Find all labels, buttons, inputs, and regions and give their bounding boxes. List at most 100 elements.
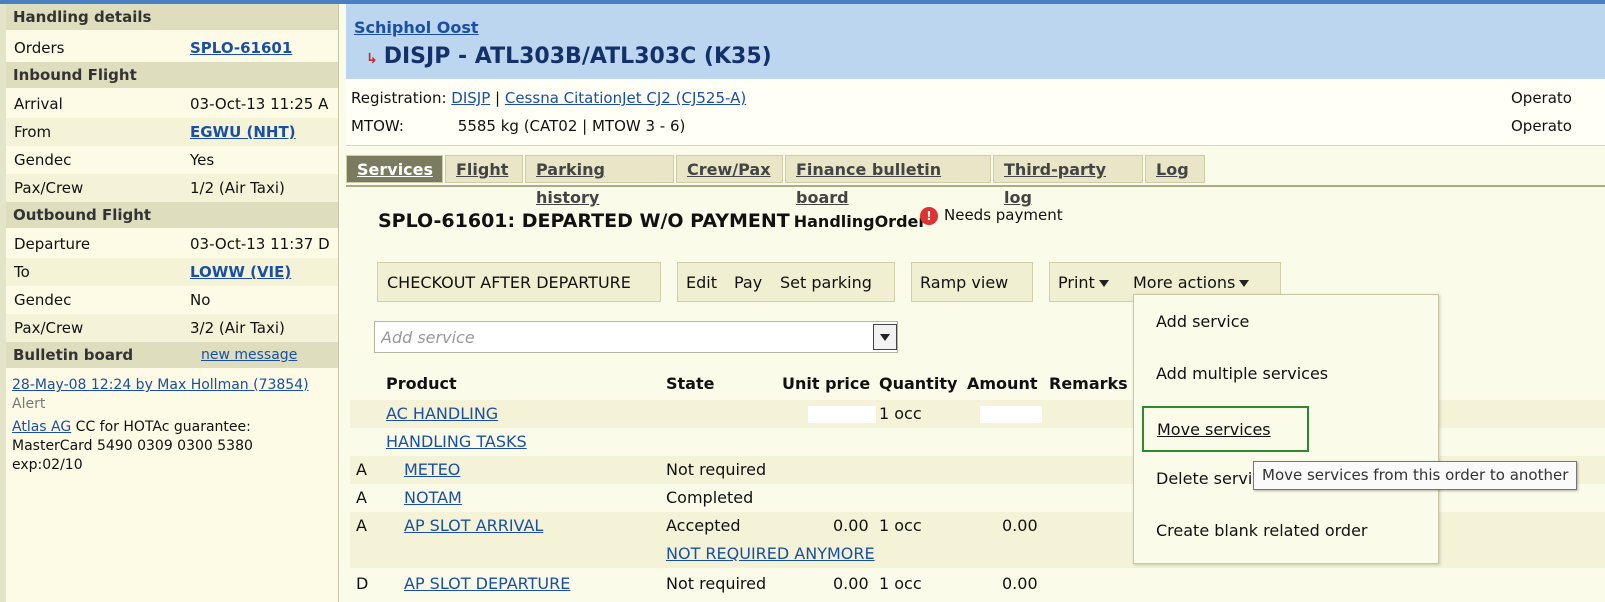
tab-bar: Services Flight Parking history Crew/Pax… — [346, 155, 1605, 207]
column-header-state: State — [666, 374, 715, 393]
product-link[interactable]: AP SLOT DEPARTURE — [404, 570, 570, 598]
state-value: Completed — [666, 488, 754, 507]
unit-price-value: 0.00 — [833, 574, 869, 593]
paxcrew-label: Pax/Crew — [14, 319, 84, 337]
state-link[interactable]: NOT REQUIRED ANYMORE — [666, 540, 875, 568]
more-actions-button[interactable]: More actions — [1133, 273, 1250, 292]
ramp-view-button[interactable]: Ramp view — [920, 273, 1008, 292]
tab-third-party-log[interactable]: Third-party log — [993, 155, 1143, 207]
new-message-link[interactable]: new message — [201, 342, 297, 368]
inbound-paxcrew-row: Pax/Crew 1/2 (Air Taxi) — [6, 174, 338, 202]
from-airport-link[interactable]: EGWU (NHT) — [190, 118, 296, 146]
to-airport-link[interactable]: LOWW (VIE) — [190, 258, 291, 286]
page-header: Schiphol Oost ↳ DISJP - ATL303B/ATL303C (… — [346, 4, 1605, 79]
from-row: From EGWU (NHT) — [6, 118, 338, 146]
aircraft-info: Registration: DISJP | Cessna CitationJet… — [346, 79, 1605, 146]
warning-icon: ! — [920, 206, 938, 225]
outbound-gendec-row: Gendec No — [6, 286, 338, 314]
handling-details-header: Handling details — [6, 4, 338, 30]
operator-label: Operato — [1511, 89, 1572, 107]
quantity-value: 1 occ — [879, 404, 922, 423]
product-link[interactable]: AC HANDLING — [386, 400, 498, 428]
from-label: From — [14, 123, 52, 141]
unit-price-value: 0.00 — [833, 516, 869, 535]
inbound-flight-header: Inbound Flight — [6, 62, 338, 88]
add-service-dropdown-button[interactable] — [873, 324, 897, 350]
arrival-value: 03-Oct-13 11:25 A — [190, 95, 329, 113]
state-value: Not required — [666, 574, 767, 593]
column-header-quantity: Quantity — [879, 374, 958, 393]
registration-row: Registration: DISJP | Cessna CitationJet… — [351, 89, 746, 107]
registration-link[interactable]: DISJP — [451, 89, 490, 107]
menu-item-create-blank-related-order[interactable]: Create blank related order — [1156, 521, 1368, 540]
set-parking-button[interactable]: Set parking — [780, 273, 872, 292]
mtow-row: MTOW: 5585 kg (CAT02 | MTOW 3 - 6) — [351, 117, 685, 135]
product-link[interactable]: NOTAM — [404, 484, 462, 512]
menu-item-add-multiple-services[interactable]: Add multiple services — [1156, 364, 1328, 383]
outbound-flight-header: Outbound Flight — [6, 202, 338, 228]
amount-field — [980, 406, 1042, 423]
outbound-paxcrew-row: Pax/Crew 3/2 (Air Taxi) — [6, 314, 338, 342]
registration-label: Registration: — [351, 89, 447, 107]
tab-finance-bulletin-board[interactable]: Finance bulletin board — [785, 155, 991, 207]
edit-actions-group: Edit Pay Set parking — [677, 262, 895, 302]
more-actions-label: More actions — [1133, 273, 1236, 292]
menu-item-delete-services[interactable]: Delete servic — [1156, 469, 1261, 488]
breadcrumb-location[interactable]: Schiphol Oost — [354, 18, 479, 37]
bulletin-note-card: MasterCard 5490 0309 0300 5380 — [12, 438, 253, 454]
column-header-amount: Amount — [967, 374, 1038, 393]
edit-button[interactable]: Edit — [686, 273, 717, 292]
bulletin-note-text: CC for HOTAc guarantee: — [71, 419, 251, 435]
table-row: D AP SLOT DEPARTURE Not required 0.00 1 … — [350, 570, 1605, 598]
sidebar: Handling details Orders SPLO-61601 Inbou… — [0, 4, 339, 602]
product-link[interactable]: AP SLOT ARRIVAL — [404, 512, 543, 540]
orders-link[interactable]: SPLO-61601 — [190, 34, 292, 62]
column-header-product: Product — [386, 374, 457, 393]
state-value: Accepted — [666, 516, 741, 535]
paxcrew-value: 1/2 (Air Taxi) — [190, 179, 285, 197]
move-services-label: Move services — [1157, 420, 1271, 439]
amount-value: 0.00 — [1002, 574, 1038, 593]
return-arrow-icon: ↳ — [366, 51, 378, 67]
move-services-tooltip: Move services from this order to another — [1253, 461, 1578, 490]
bulletin-board-title: Bulletin board — [13, 346, 134, 364]
arrival-label: Arrival — [14, 95, 63, 113]
gendec-value: Yes — [190, 151, 215, 169]
product-link[interactable]: METEO — [404, 456, 460, 484]
bulletin-note-author[interactable]: 28-May-08 12:24 by Max Hollman (73854) — [12, 376, 332, 395]
tab-services[interactable]: Services — [346, 155, 443, 183]
ramp-view-group: Ramp view — [911, 262, 1033, 302]
bulletin-note-company-link[interactable]: Atlas AG — [12, 419, 71, 435]
state-value: Not required — [666, 460, 767, 479]
page-title-text: DISJP - ATL303B/ATL303C (K35) — [383, 44, 772, 69]
bulletin-note-exp: exp:02/10 — [12, 457, 83, 473]
registration-separator: | — [490, 89, 505, 107]
print-button[interactable]: Print — [1058, 273, 1109, 292]
bulletin-note-body: Atlas AG CC for HOTAc guarantee: MasterC… — [12, 418, 332, 475]
operator-label-2: Operato — [1511, 117, 1572, 135]
needs-payment-badge: ! Needs payment — [920, 206, 1063, 225]
order-type: HandlingOrder — [793, 212, 927, 231]
tab-crew-pax[interactable]: Crew/Pax — [676, 155, 783, 183]
tab-flight[interactable]: Flight — [445, 155, 523, 183]
needs-payment-label: Needs payment — [944, 206, 1063, 224]
pay-button[interactable]: Pay — [734, 273, 762, 292]
checkout-group: CHECKOUT AFTER DEPARTURE — [377, 262, 661, 302]
add-service-input[interactable] — [379, 322, 853, 352]
paxcrew-value: 3/2 (Air Taxi) — [190, 319, 285, 337]
menu-item-add-service[interactable]: Add service — [1156, 312, 1249, 331]
chevron-down-icon — [880, 334, 890, 341]
tab-log[interactable]: Log — [1145, 155, 1205, 183]
product-link[interactable]: HANDLING TASKS — [386, 428, 527, 456]
to-row: To LOWW (VIE) — [6, 258, 338, 286]
mtow-label: MTOW: — [351, 117, 404, 135]
quantity-value: 1 occ — [879, 516, 922, 535]
quantity-value: 1 occ — [879, 574, 922, 593]
departure-value: 03-Oct-13 11:37 D — [190, 235, 330, 253]
tab-parking-history[interactable]: Parking history — [525, 155, 674, 207]
menu-item-move-services[interactable]: Move services — [1142, 406, 1309, 452]
departure-label: Departure — [14, 235, 91, 253]
aircraft-type-link[interactable]: Cessna CitationJet CJ2 (CJ525-A) — [505, 89, 746, 107]
orders-label: Orders — [14, 39, 65, 57]
checkout-after-departure-button[interactable]: CHECKOUT AFTER DEPARTURE — [387, 273, 631, 292]
